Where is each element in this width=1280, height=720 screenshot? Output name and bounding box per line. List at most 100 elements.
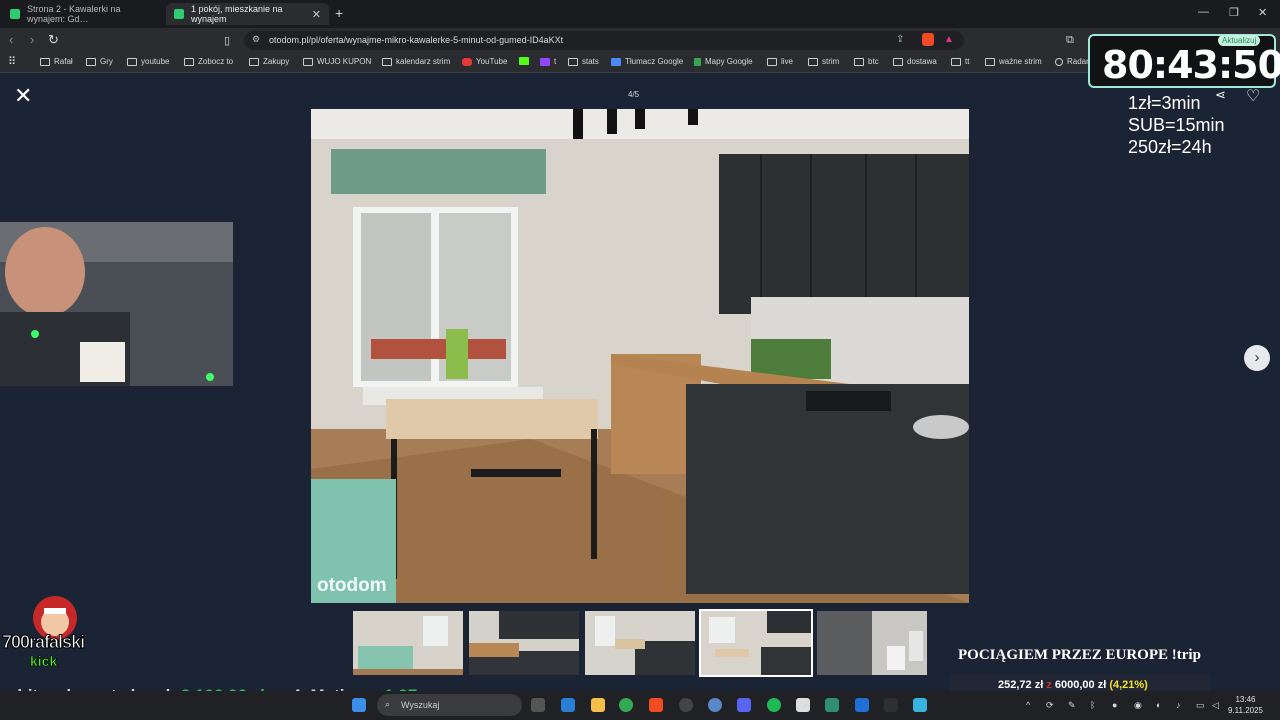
tray-app-icon[interactable]: ◐ — [1156, 700, 1166, 710]
favorite-heart-icon[interactable]: ♡ — [1246, 86, 1260, 106]
tab-bar: Strona 2 - Kawalerki na wynajem: Gd… 1 p… — [0, 0, 1280, 28]
apps-icon[interactable]: ⠿ — [8, 55, 16, 68]
tray-network-icon[interactable]: ▭ — [1196, 700, 1206, 710]
update-badge[interactable]: Aktualizuj — [1218, 35, 1261, 46]
widgets-icon[interactable] — [561, 698, 575, 712]
bookmark-translate[interactable]: Tłumacz Google — [611, 57, 683, 66]
tray-steam-icon[interactable]: ◉ — [1134, 700, 1144, 710]
tray-bluetooth-icon[interactable]: ᛒ — [1090, 700, 1100, 710]
search-placeholder: Wyszukaj — [401, 700, 440, 710]
tray-mic-icon[interactable]: ♪ — [1176, 700, 1186, 710]
forward-icon[interactable]: › — [30, 32, 34, 47]
tray-chevron-icon[interactable]: ^ — [1026, 700, 1036, 710]
thumbnail-5[interactable] — [817, 611, 927, 675]
bookmark-maps[interactable]: Mapy Google — [694, 57, 753, 66]
close-gallery-icon[interactable]: ✕ — [14, 85, 32, 107]
goal-current: 252,72 zł — [998, 679, 1044, 691]
bookmark-folder[interactable]: dostawa — [893, 57, 937, 66]
trip-goal-title: POCIĄGIEM PRZEZ EUROPE !trip — [958, 647, 1201, 663]
extensions-icon[interactable]: ⧉ — [1066, 34, 1074, 47]
folder-icon — [303, 57, 313, 66]
bookmark-twitch[interactable]: t — [540, 57, 556, 66]
bookmark-icon[interactable]: ▯ — [224, 34, 230, 47]
search-icon: ⌕ — [385, 699, 391, 709]
bookmark-folder[interactable]: Zobocz to — [184, 57, 233, 66]
tab-pokoj[interactable]: 1 pokój, mieszkanie na wynajem ✕ — [166, 3, 329, 25]
spotify-icon[interactable] — [767, 698, 781, 712]
brave-icon[interactable] — [649, 698, 663, 712]
url-text: otodom.pl/pl/oferta/wynajme-mikro-kawale… — [269, 35, 564, 45]
app-icon[interactable] — [825, 698, 839, 712]
webcam-feed — [0, 222, 233, 386]
task-view-icon[interactable] — [531, 698, 545, 712]
bookmark-folder[interactable]: strim — [808, 57, 839, 66]
thumbnail-4-selected[interactable] — [699, 609, 813, 677]
channel-logo: 700rafalski kick — [1, 590, 108, 676]
streamlabs-icon[interactable] — [796, 698, 810, 712]
otodom-favicon-icon — [10, 9, 20, 19]
folder-icon — [127, 57, 137, 66]
next-photo-button[interactable]: › — [1244, 345, 1270, 371]
thumbnail-1[interactable] — [353, 611, 463, 675]
logo-text: 700rafalski — [1, 632, 85, 653]
bookmark-stats[interactable]: stats — [568, 57, 599, 66]
timer-value: 80:43:50 — [1102, 43, 1280, 87]
logo-subtext: kick — [30, 653, 58, 670]
taskbar-clock[interactable]: 13:46 9.11.2025 — [1228, 694, 1263, 716]
bookmark-youtube[interactable]: YouTube — [462, 57, 507, 66]
bookmark-folder[interactable]: kalendarz strim — [382, 57, 450, 66]
new-tab-button[interactable]: + — [335, 5, 343, 21]
bookmark-folder[interactable]: Gry — [86, 57, 113, 66]
folder-icon — [893, 57, 903, 66]
file-explorer-icon[interactable] — [591, 698, 605, 712]
bookmark-folder[interactable]: Rafał — [40, 57, 73, 66]
clock-date: 9.11.2025 — [1228, 706, 1263, 715]
translate-icon — [611, 57, 621, 66]
tab-kawalerki[interactable]: Strona 2 - Kawalerki na wynajem: Gd… — [2, 3, 162, 25]
tray-volume-icon[interactable]: ◁ — [1212, 700, 1222, 710]
folder-icon — [951, 57, 961, 66]
back-icon[interactable]: ‹ — [9, 32, 13, 47]
bookmark-folder[interactable]: live — [767, 57, 793, 66]
discord-icon[interactable] — [737, 698, 751, 712]
close-tab-icon[interactable]: ✕ — [312, 8, 321, 21]
bookmark-folder[interactable]: ważne strim — [985, 57, 1042, 66]
bookmark-folder[interactable]: tt — [951, 57, 969, 66]
chrome-icon[interactable] — [619, 698, 633, 712]
bookmark-kick[interactable] — [519, 57, 533, 65]
thumbnail-3[interactable] — [585, 611, 695, 675]
minimize-button[interactable]: — — [1198, 6, 1209, 18]
obs-icon[interactable] — [679, 698, 693, 712]
restore-button[interactable]: ❐ — [1229, 6, 1239, 19]
notepad-icon[interactable] — [913, 698, 927, 712]
taskbar: ⌕ Wyszukaj ^ ⟳ ✎ ᛒ ● ◉ ◐ ♪ ▭ ◁ 13:46 9.1… — [0, 691, 1280, 720]
thumbnail-2[interactable] — [469, 611, 579, 675]
app-icon[interactable] — [708, 698, 722, 712]
bookmark-folder[interactable]: WUJO KUPON — [303, 57, 371, 66]
tray-pen-icon[interactable]: ✎ — [1068, 700, 1078, 710]
app-icon[interactable] — [884, 698, 898, 712]
app-icon[interactable] — [855, 698, 869, 712]
goal-text: 252,72 zł z 6000,00 zł (4,21%) — [998, 679, 1148, 691]
kick-icon — [519, 57, 529, 65]
tab-title: Strona 2 - Kawalerki na wynajem: Gd… — [27, 4, 121, 24]
otodom-favicon-icon — [174, 9, 184, 19]
url-field[interactable]: ⚙ otodom.pl/pl/oferta/wynajme-mikro-kawa… — [244, 31, 964, 50]
share-icon[interactable]: ⇪ — [896, 34, 904, 45]
link-icon — [568, 57, 578, 66]
bookmark-folder[interactable]: youtube — [127, 57, 169, 66]
bookmark-folder[interactable]: btc — [854, 57, 879, 66]
folder-icon — [854, 57, 864, 66]
close-window-button[interactable]: ✕ — [1258, 6, 1267, 19]
maps-pin-icon — [694, 57, 701, 66]
tray-sync-icon[interactable]: ⟳ — [1046, 700, 1056, 710]
taskbar-search[interactable]: ⌕ Wyszukaj — [377, 694, 522, 716]
windows-start-icon[interactable] — [352, 698, 366, 712]
bookmark-folder[interactable]: Zakupy — [249, 57, 289, 66]
reload-icon[interactable]: ↻ — [48, 32, 59, 48]
site-info-icon[interactable]: ⚙ — [252, 34, 260, 45]
tray-app-icon[interactable]: ● — [1112, 700, 1122, 710]
brave-shields-icon[interactable] — [922, 33, 934, 46]
brave-rewards-icon[interactable]: ▲ — [944, 34, 954, 45]
folder-icon — [86, 57, 96, 66]
